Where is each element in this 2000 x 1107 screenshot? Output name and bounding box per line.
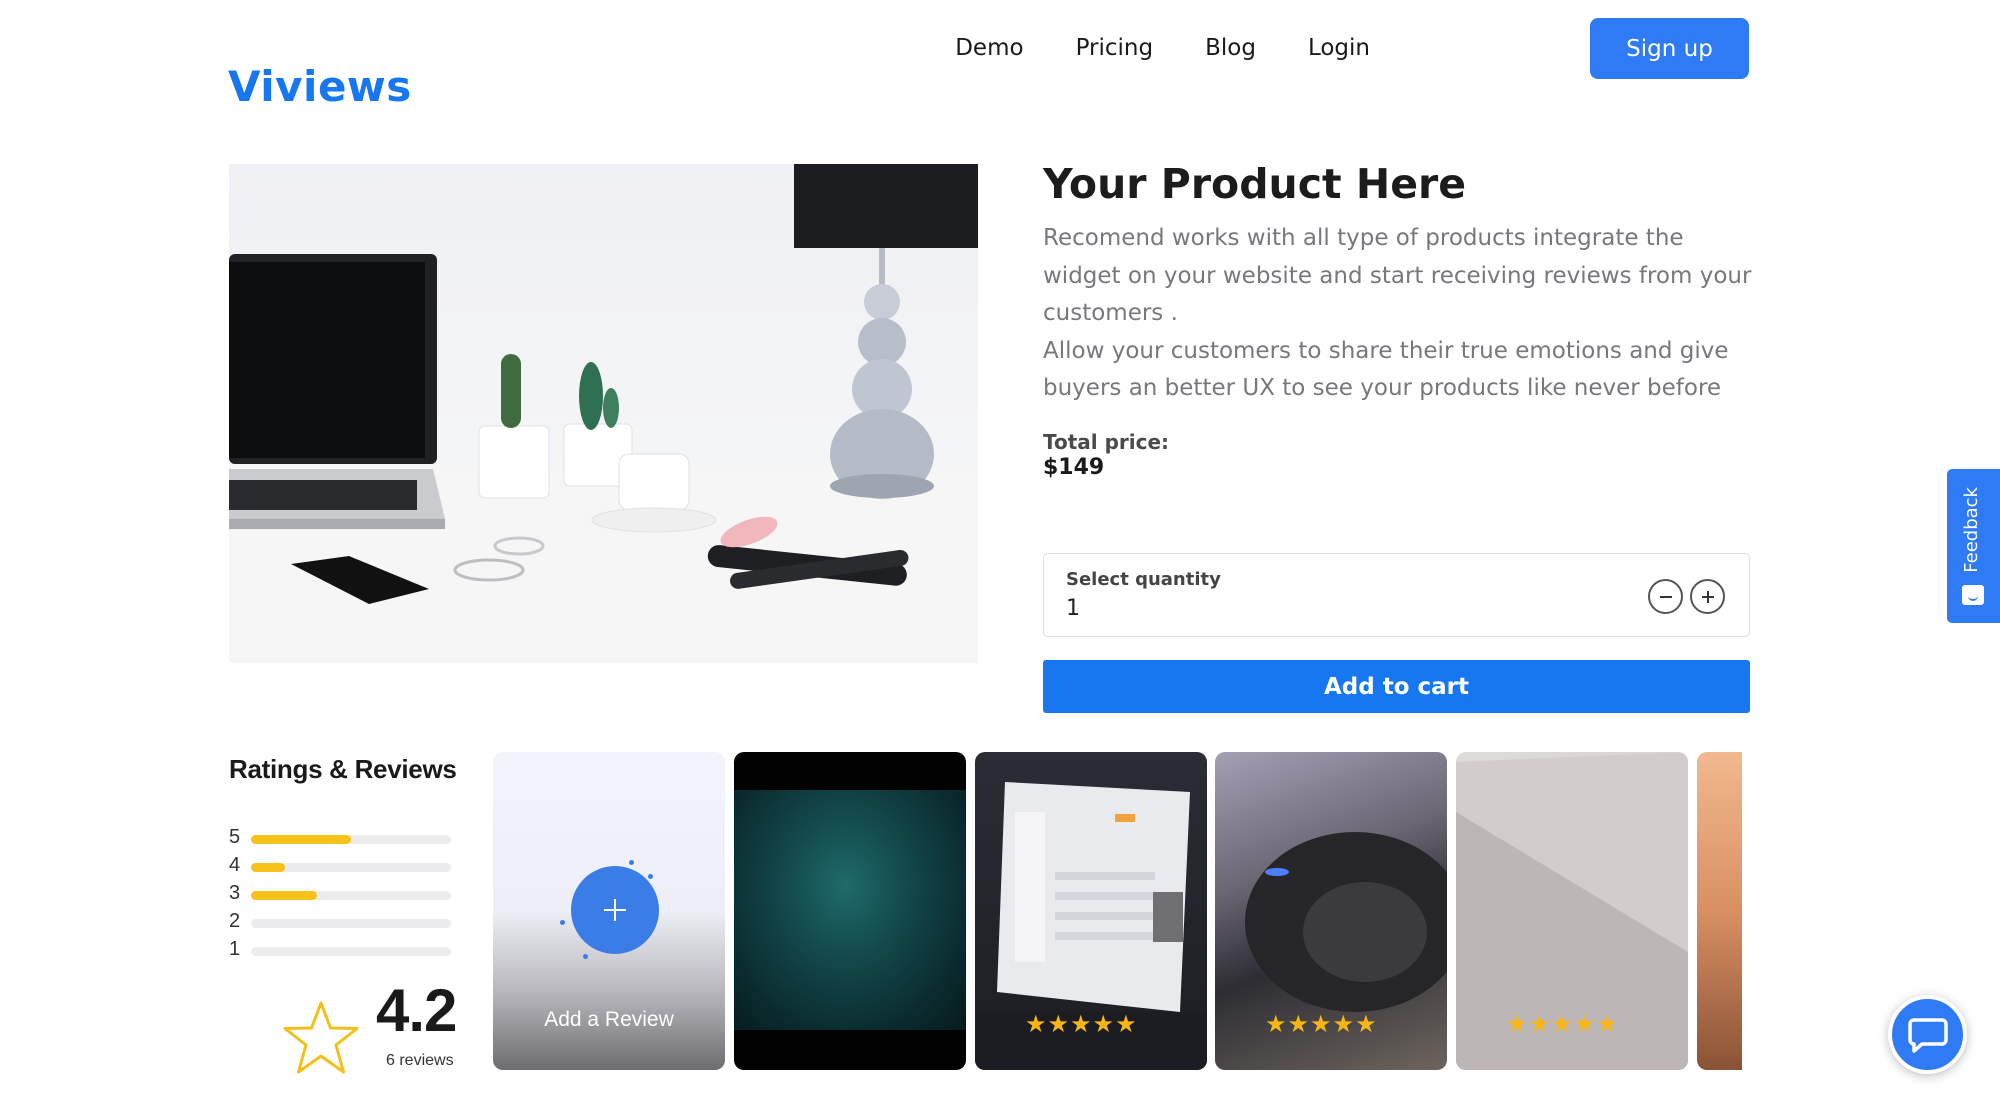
rating-bar-track — [251, 919, 451, 928]
star-icon: ★ — [1070, 1010, 1092, 1038]
add-to-cart-button[interactable]: Add to cart — [1043, 660, 1750, 713]
rating-row: 3 — [229, 882, 459, 906]
rating-bar-fill — [251, 863, 285, 872]
add-review-label: Add a Review — [544, 1008, 674, 1031]
review-stars: ★ ★ ★ ★ ★ — [1265, 1010, 1378, 1038]
quantity-stepper[interactable]: Select quantity 1 — [1043, 553, 1750, 637]
rating-bar-track — [251, 947, 451, 956]
rating-star-label: 2 — [229, 910, 241, 932]
review-video-card[interactable] — [1697, 752, 1742, 1070]
decor-dot — [648, 874, 653, 879]
star-icon: ★ — [1025, 1010, 1047, 1038]
feedback-label: Feedback — [1961, 487, 1982, 573]
product-description: Recomend works with all type of products… — [1043, 220, 1753, 408]
star-icon: ★ — [1092, 1010, 1115, 1038]
review-video-card[interactable]: ★ ★ ★ ★ ★ — [1215, 752, 1447, 1070]
star-icon: ★ — [1596, 1010, 1618, 1038]
star-icon: ★ — [1355, 1010, 1377, 1038]
feedback-tab[interactable]: Feedback — [1947, 469, 2000, 623]
decor-dot — [560, 920, 565, 925]
add-review-icon[interactable] — [571, 866, 659, 954]
chat-button[interactable] — [1888, 995, 1967, 1074]
review-stars: ★ ★ ★ ★ ★ — [1025, 1010, 1138, 1038]
add-review-card[interactable]: Add a Review — [493, 752, 725, 1070]
plus-icon[interactable] — [1690, 579, 1725, 614]
rating-bar-fill — [251, 891, 317, 900]
nav-pricing[interactable]: Pricing — [1076, 18, 1154, 78]
star-icon: ★ — [1310, 1010, 1332, 1038]
quantity-input[interactable]: 1 — [1066, 596, 1080, 621]
nav-login[interactable]: Login — [1308, 18, 1370, 78]
nav-blog[interactable]: Blog — [1205, 18, 1256, 78]
signup-button[interactable]: Sign up — [1590, 18, 1749, 79]
nav-demo[interactable]: Demo — [955, 18, 1023, 78]
price-label: Total price: — [1043, 430, 1170, 454]
review-video-card[interactable]: ★ ★ ★ ★ ★ — [1456, 752, 1688, 1070]
rating-star-label: 5 — [229, 826, 241, 848]
star-icon: ★ — [1332, 1010, 1355, 1038]
product-description-1: Recomend works with all type of products… — [1043, 225, 1752, 326]
star-icon: ★ — [1506, 1010, 1528, 1038]
rating-bar-track — [251, 891, 451, 900]
smile-icon — [1962, 585, 1984, 605]
star-icon: ★ — [1287, 1010, 1310, 1038]
decor-dot — [629, 860, 634, 865]
logo[interactable]: Viviews — [228, 62, 412, 111]
product-description-2: Allow your customers to share their true… — [1043, 337, 1729, 402]
chat-bubble-icon — [1907, 1017, 1948, 1053]
review-count: 6 reviews — [386, 1052, 454, 1069]
price-value: $149 — [1043, 455, 1105, 480]
star-icon: ★ — [1528, 1010, 1551, 1038]
rating-row: 1 — [229, 938, 459, 962]
quantity-label: Select quantity — [1066, 569, 1221, 590]
decor-dot — [583, 954, 588, 959]
rating-row: 2 — [229, 910, 459, 934]
rating-bar-track — [251, 835, 451, 844]
average-rating: 4.2 — [376, 977, 457, 1044]
product-photo — [229, 164, 978, 663]
product-image — [229, 164, 978, 663]
minus-icon[interactable] — [1648, 579, 1683, 614]
main-nav: Demo Pricing Blog Login — [903, 18, 1370, 78]
rating-row: 4 — [229, 854, 459, 878]
rating-star-label: 4 — [229, 854, 241, 876]
review-video-card[interactable] — [734, 752, 966, 1070]
star-icon: ★ — [1265, 1010, 1287, 1038]
star-icon: ★ — [1573, 1010, 1596, 1038]
ratings-title: Ratings & Reviews — [229, 754, 457, 784]
rating-bar-track — [251, 863, 451, 872]
rating-row: 5 — [229, 826, 459, 850]
product-title: Your Product Here — [1043, 160, 1467, 208]
rating-star-label: 1 — [229, 938, 241, 960]
star-outline-icon — [283, 1001, 359, 1074]
review-stars: ★ ★ ★ ★ ★ — [1506, 1010, 1619, 1038]
video-thumbnail — [734, 790, 966, 1030]
review-video-card[interactable]: ★ ★ ★ ★ ★ — [975, 752, 1207, 1070]
star-icon: ★ — [1115, 1010, 1137, 1038]
star-icon: ★ — [1047, 1010, 1070, 1038]
rating-bar-fill — [251, 835, 351, 844]
rating-star-label: 3 — [229, 882, 241, 904]
star-icon: ★ — [1551, 1010, 1573, 1038]
